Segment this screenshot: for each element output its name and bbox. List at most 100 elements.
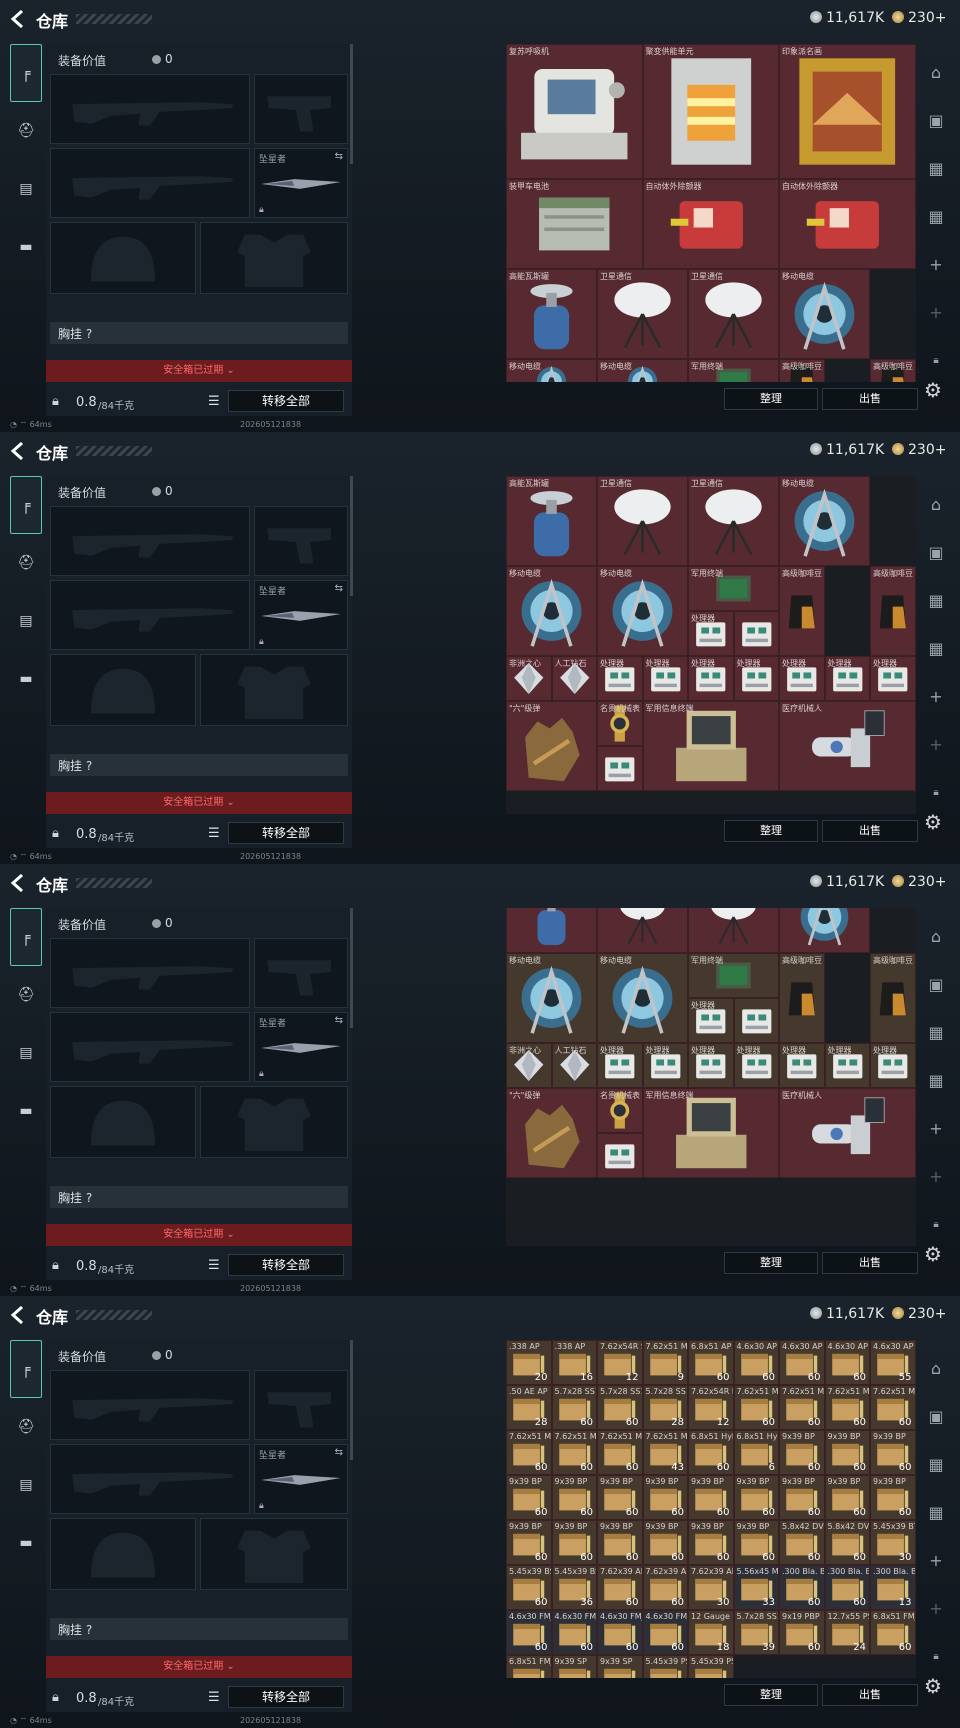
inventory-item[interactable]: 医疗机械人 bbox=[779, 1088, 916, 1178]
melee-slot[interactable]: 坠星者 ⇆ 🔒︎ bbox=[254, 1444, 348, 1514]
sell-button[interactable]: 出售 bbox=[822, 388, 918, 410]
nav-clipboard[interactable]: ▤ bbox=[10, 1456, 42, 1514]
inventory-item[interactable]: 军用终端 bbox=[688, 566, 779, 611]
inventory-item[interactable]: 9x39 BP 60 bbox=[642, 1520, 688, 1565]
back-arrow-icon[interactable] bbox=[8, 440, 30, 462]
inventory-item[interactable]: "六"级弹 bbox=[506, 701, 597, 791]
inventory-item[interactable]: 9x39 BP 60 bbox=[551, 1520, 597, 1565]
inventory-item[interactable]: 7.62x51 M80 60 bbox=[551, 1430, 597, 1475]
secondary-weapon-slot[interactable] bbox=[254, 1370, 348, 1440]
inventory-item[interactable]: 4.6x30 AP 60 bbox=[824, 1340, 870, 1385]
secondary-weapon-slot[interactable] bbox=[254, 506, 348, 576]
inventory-item[interactable]: 5.7x28 SS190 60 bbox=[597, 1385, 643, 1430]
inventory-item[interactable]: 非洲之心 bbox=[506, 1043, 552, 1088]
inventory-item[interactable] bbox=[597, 1133, 643, 1178]
inventory-item[interactable]: 4.6x30 FMJ 60 bbox=[551, 1610, 597, 1655]
safe-box-expired-bar[interactable]: 安全箱已过期 ⌄ bbox=[46, 1656, 352, 1678]
inventory-item[interactable]: 5.56x45 M995 33 bbox=[733, 1565, 779, 1610]
nav-case[interactable]: ▬ bbox=[10, 218, 42, 276]
nav-weapons[interactable]: ╒ bbox=[10, 908, 42, 966]
inventory-item[interactable]: 6.8x51 Hybrid 60 bbox=[688, 1430, 734, 1475]
inventory-item[interactable]: 移动电缆 bbox=[597, 566, 688, 656]
inventory-item[interactable]: 处理器 bbox=[688, 611, 734, 656]
inventory-item[interactable]: 9x39 BP 60 bbox=[779, 1430, 825, 1475]
inventory-item[interactable]: 9x39 BP 60 bbox=[870, 1475, 916, 1520]
inventory-item[interactable]: 4.6x30 AP 55 bbox=[870, 1340, 916, 1385]
inventory-item[interactable]: 7.62x39 AP 60 bbox=[642, 1565, 688, 1610]
armor-slot[interactable] bbox=[200, 222, 348, 294]
inventory-item[interactable]: 移动电缆 bbox=[506, 359, 597, 382]
inventory-item[interactable]: 9x39 BP 60 bbox=[733, 1475, 779, 1520]
primary-weapon-slot[interactable] bbox=[50, 74, 250, 144]
nav-case[interactable]: ▬ bbox=[10, 650, 42, 708]
add-storage-button[interactable]: + bbox=[920, 1536, 952, 1584]
inventory-item[interactable]: 名贵机械表 bbox=[597, 701, 643, 746]
inventory-item[interactable]: 移动电缆 bbox=[597, 953, 688, 1043]
chest-rig-row[interactable]: 胸挂 ? bbox=[50, 1186, 348, 1208]
inventory-item[interactable]: 9x39 BP 60 bbox=[824, 1475, 870, 1520]
inventory-item[interactable] bbox=[688, 908, 779, 953]
inventory-item[interactable]: 5.45x39 BT 30 bbox=[870, 1520, 916, 1565]
inventory-item[interactable]: 4.6x30 FMJ 60 bbox=[597, 1610, 643, 1655]
inventory-item[interactable]: 移动电缆 bbox=[506, 566, 597, 656]
inventory-item[interactable]: 人工钻石 bbox=[551, 1043, 597, 1088]
settings-gear-icon[interactable]: ⚙ bbox=[924, 1674, 942, 1698]
inventory-item[interactable]: 9x39 BP 60 bbox=[779, 1475, 825, 1520]
inventory-item[interactable]: .300 Bla. BP 60 bbox=[779, 1565, 825, 1610]
sell-button[interactable]: 出售 bbox=[822, 1252, 918, 1274]
list-icon[interactable]: ☰ bbox=[208, 1258, 220, 1273]
inventory-item[interactable]: 处理器 bbox=[597, 656, 643, 701]
inventory-item[interactable]: 卫星通信 bbox=[688, 476, 779, 566]
add-storage-button[interactable]: + bbox=[920, 1104, 952, 1152]
storage-tab-4[interactable]: ▦ bbox=[920, 192, 952, 240]
safe-box-expired-bar[interactable]: 安全箱已过期 ⌄ bbox=[46, 1224, 352, 1246]
inventory-item[interactable]: 医疗机械人 bbox=[779, 701, 916, 791]
inventory-item[interactable]: 处理器 bbox=[688, 998, 734, 1043]
add-storage-button[interactable]: + bbox=[920, 672, 952, 720]
inventory-item[interactable]: .338 AP 20 bbox=[506, 1340, 552, 1385]
inventory-item[interactable]: 处理器 bbox=[779, 1043, 825, 1088]
currency-gold[interactable]: 230+ bbox=[892, 1306, 946, 1322]
inventory-item[interactable]: 军用终端 bbox=[688, 359, 779, 382]
inventory-item[interactable]: 处理器 bbox=[733, 1043, 779, 1088]
melee-slot[interactable]: 坠星者 ⇆ 🔒︎ bbox=[254, 1012, 348, 1082]
inventory-item[interactable]: 7.62x51 M61 60 bbox=[779, 1385, 825, 1430]
inventory-item[interactable]: 人工钻石 bbox=[551, 656, 597, 701]
inventory-item[interactable]: 高能瓦斯罐 bbox=[506, 269, 597, 359]
inventory-item[interactable] bbox=[779, 908, 870, 953]
inventory-item[interactable]: 5.8x42 DVC12 60 bbox=[779, 1520, 825, 1565]
inventory-item[interactable]: 7.62x51 M61 60 bbox=[870, 1385, 916, 1430]
storage-tab-3[interactable]: ▦ bbox=[920, 1440, 952, 1488]
inventory-item[interactable]: 5.7x28 SS190 60 bbox=[551, 1385, 597, 1430]
inventory-item[interactable]: "六"级弹 bbox=[506, 1088, 597, 1178]
storage-tab-3[interactable]: ▦ bbox=[920, 576, 952, 624]
primary-weapon-slot[interactable] bbox=[50, 938, 250, 1008]
storage-tab-1[interactable]: ⌂ bbox=[920, 480, 952, 528]
inventory-item[interactable]: 处理器 bbox=[688, 1043, 734, 1088]
inventory-item[interactable]: 9x39 BP 60 bbox=[870, 1430, 916, 1475]
inventory-item[interactable]: 处理器 bbox=[688, 656, 734, 701]
sort-button[interactable]: 整理 bbox=[724, 1252, 818, 1274]
second-weapon-slot[interactable] bbox=[50, 148, 250, 218]
nav-weapons[interactable]: ╒ bbox=[10, 44, 42, 102]
inventory-item[interactable]: 7.62x51 M80 60 bbox=[506, 1430, 552, 1475]
inventory-item[interactable]: 9x19 PBP 60 bbox=[779, 1610, 825, 1655]
list-icon[interactable]: ☰ bbox=[208, 826, 220, 841]
inventory-item[interactable] bbox=[597, 746, 643, 791]
add-storage-button-locked[interactable]: + bbox=[920, 1584, 952, 1632]
swap-icon[interactable]: ⇆ bbox=[335, 151, 343, 162]
sell-button[interactable]: 出售 bbox=[822, 1684, 918, 1706]
inventory-item[interactable]: 处理器 bbox=[824, 656, 870, 701]
inventory-item[interactable]: 处理器 bbox=[824, 1043, 870, 1088]
inventory-item[interactable]: 处理器 bbox=[870, 656, 916, 701]
nav-clipboard[interactable]: ▤ bbox=[10, 592, 42, 650]
list-icon[interactable]: ☰ bbox=[208, 394, 220, 409]
nav-case[interactable]: ▬ bbox=[10, 1082, 42, 1140]
helmet-slot[interactable] bbox=[50, 654, 196, 726]
melee-slot[interactable]: 坠星者 ⇆ 🔒︎ bbox=[254, 148, 348, 218]
inventory-item[interactable] bbox=[506, 908, 597, 953]
second-weapon-slot[interactable] bbox=[50, 1444, 250, 1514]
storage-tab-2[interactable]: ▣ bbox=[920, 528, 952, 576]
inventory-item[interactable]: 6.8x51 FMJ 60 bbox=[870, 1610, 916, 1655]
inventory-item[interactable]: 4.6x30 FMJ 60 bbox=[506, 1610, 552, 1655]
